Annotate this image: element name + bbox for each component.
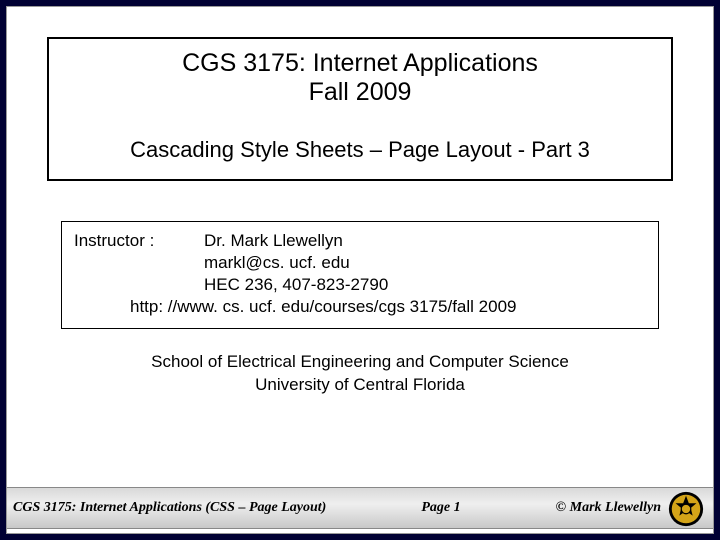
school-line1: School of Electrical Engineering and Com… <box>67 351 653 374</box>
slide: CGS 3175: Internet Applications Fall 200… <box>6 6 714 534</box>
instructor-label: Instructor : <box>74 230 204 252</box>
footer-page: Page 1 <box>326 500 555 516</box>
instructor-name: Dr. Mark Llewellyn <box>204 230 343 252</box>
school-line2: University of Central Florida <box>67 374 653 397</box>
course-title-line2: Fall 2009 <box>69 78 651 107</box>
title-box: CGS 3175: Internet Applications Fall 200… <box>47 37 673 181</box>
footer-bar: CGS 3175: Internet Applications (CSS – P… <box>7 487 713 529</box>
school-block: School of Electrical Engineering and Com… <box>67 351 653 397</box>
instructor-office: HEC 236, 407-823-2790 <box>74 274 646 296</box>
course-subtitle: Cascading Style Sheets – Page Layout - P… <box>69 137 651 163</box>
instructor-box: Instructor : Dr. Mark Llewellyn markl@cs… <box>61 221 659 329</box>
ucf-logo-icon <box>667 490 705 528</box>
instructor-url: http: //www. cs. ucf. edu/courses/cgs 31… <box>74 296 646 318</box>
instructor-email: markl@cs. ucf. edu <box>74 252 646 274</box>
footer-left: CGS 3175: Internet Applications (CSS – P… <box>7 500 326 516</box>
instructor-row: Instructor : Dr. Mark Llewellyn <box>74 230 646 252</box>
course-title-line1: CGS 3175: Internet Applications <box>69 49 651 78</box>
